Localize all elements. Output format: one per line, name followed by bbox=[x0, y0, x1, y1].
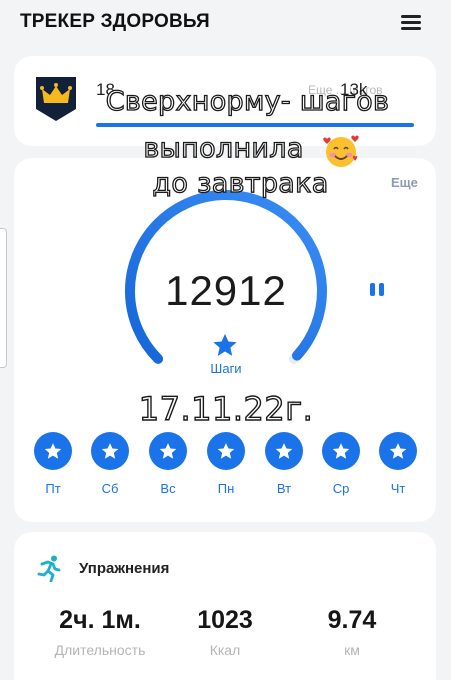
stat-duration-label: Длительность bbox=[54, 642, 146, 658]
app-title: ТРЕКЕР ЗДОРОВЬЯ bbox=[20, 11, 210, 32]
day-circle[interactable] bbox=[265, 432, 303, 470]
day-circle[interactable] bbox=[322, 432, 360, 470]
overlay-underline bbox=[96, 123, 414, 127]
running-person-icon bbox=[37, 555, 61, 582]
day-label: Пт bbox=[45, 481, 61, 496]
overlay-caption-line-2: выполнила bbox=[143, 133, 304, 164]
day-circle[interactable] bbox=[379, 432, 417, 470]
day-circle[interactable] bbox=[207, 432, 245, 470]
star-icon bbox=[217, 443, 235, 459]
steps-count: 12912 bbox=[165, 267, 287, 314]
star-icon bbox=[44, 443, 62, 459]
steps-label: Шаги bbox=[210, 361, 242, 376]
stat-duration-value: 2ч. 1м. bbox=[59, 606, 141, 634]
day-label: Вс bbox=[160, 481, 176, 496]
stat-distance-value: 9.74 bbox=[327, 606, 377, 634]
star-icon bbox=[213, 333, 237, 356]
day-label: Вт bbox=[276, 481, 292, 496]
star-icon bbox=[101, 443, 119, 459]
top-app-bar: ТРЕКЕР ЗДОРОВЬЯ bbox=[0, 0, 451, 44]
overlay-caption-line-3: до завтрака bbox=[152, 168, 329, 199]
star-icon bbox=[275, 443, 293, 459]
stat-distance-label: км bbox=[344, 642, 360, 658]
day-circle[interactable] bbox=[34, 432, 72, 470]
day-label: Ср bbox=[332, 481, 350, 496]
hamburger-menu-icon[interactable] bbox=[399, 12, 423, 32]
overlay-date: 17.11.22г. bbox=[138, 389, 314, 428]
overlay-caption-line-1: Сверхнорму- шагов bbox=[105, 86, 390, 117]
day-circle[interactable] bbox=[91, 432, 129, 470]
star-icon bbox=[389, 443, 407, 459]
day-label: Сб bbox=[101, 481, 119, 496]
star-icon bbox=[159, 443, 177, 459]
side-edge-handle[interactable] bbox=[0, 228, 7, 368]
stat-kcal-label: Ккал bbox=[209, 642, 241, 658]
smiling-face-with-hearts-emoji bbox=[323, 135, 359, 167]
exercise-title: Упражнения bbox=[79, 560, 170, 577]
pause-button[interactable] bbox=[366, 280, 388, 300]
day-label: Чт bbox=[390, 481, 406, 496]
star-icon bbox=[332, 443, 350, 459]
stat-kcal-value: 1023 bbox=[197, 606, 253, 634]
day-circle[interactable] bbox=[149, 432, 187, 470]
day-label: Пн bbox=[217, 481, 235, 496]
